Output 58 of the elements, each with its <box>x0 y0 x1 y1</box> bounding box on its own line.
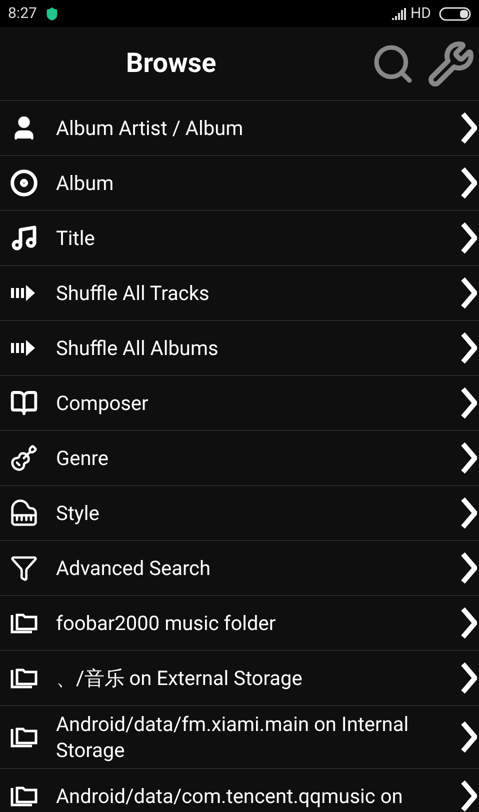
item-label: Shuffle All Tracks <box>56 280 210 306</box>
settings-icon[interactable] <box>427 40 475 88</box>
chevron-right-icon <box>461 277 477 309</box>
item-label: Title <box>56 225 96 251</box>
browse-item[interactable]: Style <box>0 485 479 540</box>
browse-item[interactable]: Android/data/fm.xiami.main on Internal Storage <box>0 705 479 768</box>
filter-icon <box>10 554 38 582</box>
browse-item[interactable]: Shuffle All Tracks <box>0 265 479 320</box>
folders-icon <box>10 725 38 749</box>
chevron-right-icon <box>461 497 477 529</box>
item-label: Album Artist / Album <box>56 115 244 141</box>
browse-item[interactable]: Shuffle All Albums <box>0 320 479 375</box>
item-label: foobar2000 music folder <box>56 610 277 636</box>
browse-item[interactable]: Android/data/com.tencent.qqmusic on <box>0 768 479 812</box>
item-label: 、/音乐 on External Storage <box>56 665 304 691</box>
chevron-right-icon <box>461 332 477 364</box>
signal-icon <box>392 8 406 20</box>
folders-icon <box>10 784 38 808</box>
battery-icon <box>439 6 471 20</box>
item-label: Style <box>56 500 100 526</box>
browse-item[interactable]: foobar2000 music folder <box>0 595 479 650</box>
item-label: Composer <box>56 390 150 416</box>
browse-item[interactable]: Title <box>0 210 479 265</box>
chevron-right-icon <box>461 167 477 199</box>
item-label: Genre <box>56 445 110 471</box>
browse-item[interactable]: Album <box>0 155 479 210</box>
item-label: Android/data/fm.xiami.main on Internal Storage <box>56 711 410 763</box>
browse-item[interactable]: Composer <box>0 375 479 430</box>
book-icon <box>10 389 38 417</box>
shield-icon <box>44 6 59 20</box>
piano-icon <box>10 499 38 527</box>
chevron-right-icon <box>461 442 477 474</box>
chevron-right-icon <box>461 721 477 753</box>
browse-item[interactable]: 、/音乐 on External Storage <box>0 650 479 705</box>
item-label: Android/data/com.tencent.qqmusic on <box>56 783 404 809</box>
music-note-icon <box>10 224 38 252</box>
browse-item[interactable]: Album Artist / Album <box>0 100 479 155</box>
network-label: HD <box>410 3 431 24</box>
shuffle-icon <box>10 284 36 302</box>
item-label: Album <box>56 170 115 196</box>
guitar-icon <box>10 444 38 472</box>
item-label: Shuffle All Albums <box>56 335 220 361</box>
chevron-right-icon <box>461 607 477 639</box>
chevron-right-icon <box>461 112 477 144</box>
shuffle-icon <box>10 339 36 357</box>
folders-icon <box>10 666 38 690</box>
chevron-right-icon <box>461 222 477 254</box>
folders-icon <box>10 611 38 635</box>
page-title: Browse <box>126 46 216 82</box>
chevron-right-icon <box>461 662 477 694</box>
chevron-right-icon <box>461 387 477 419</box>
disc-icon <box>10 169 38 197</box>
browse-item[interactable]: Advanced Search <box>0 540 479 595</box>
chevron-right-icon <box>461 780 477 812</box>
chevron-right-icon <box>461 552 477 584</box>
status-time: 8:27 <box>8 3 37 24</box>
item-label: Advanced Search <box>56 555 212 581</box>
browse-item[interactable]: Genre <box>0 430 479 485</box>
